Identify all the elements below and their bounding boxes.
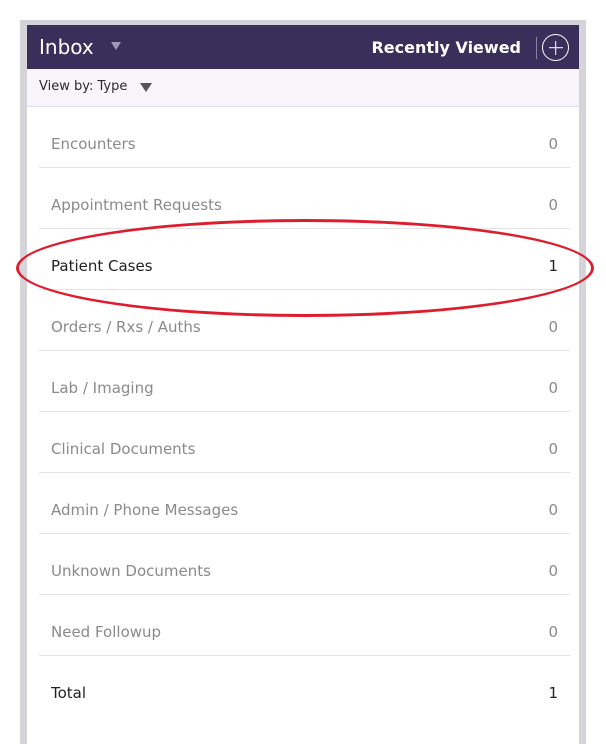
list-item-patient-cases[interactable]: Patient Cases 1 <box>39 229 570 290</box>
caret-down-icon[interactable] <box>111 42 121 50</box>
list-item-label: Unknown Documents <box>51 562 211 580</box>
inbox-header: Inbox Recently Viewed <box>27 25 579 69</box>
list-item-label: Need Followup <box>51 623 162 641</box>
list-item-admin-phone-messages[interactable]: Admin / Phone Messages 0 <box>39 473 570 534</box>
list-item-appointment-requests[interactable]: Appointment Requests 0 <box>39 168 570 229</box>
list-item-need-followup[interactable]: Need Followup 0 <box>39 595 570 656</box>
list-item-encounters[interactable]: Encounters 0 <box>39 107 570 168</box>
list-item-label: Patient Cases <box>51 257 153 275</box>
view-by-bar: View by: Type <box>27 69 579 107</box>
list-item-label: Encounters <box>51 135 136 153</box>
list-item-label: Lab / Imaging <box>51 379 154 397</box>
recently-viewed-link[interactable]: Recently Viewed <box>371 37 521 59</box>
list-item-count: 0 <box>548 196 558 214</box>
list-item-count: 0 <box>548 562 558 580</box>
list-item-count: 0 <box>548 501 558 519</box>
list-item-count: 0 <box>548 440 558 458</box>
list-item-count: 0 <box>548 318 558 336</box>
list-item-count: 1 <box>548 257 558 275</box>
list-item-count: 1 <box>548 684 558 702</box>
view-by-dropdown[interactable]: View by: Type <box>39 79 127 94</box>
list-item-total[interactable]: Total 1 <box>39 656 570 717</box>
inbox-panel: Inbox Recently Viewed View by: Type Enco… <box>20 20 586 744</box>
list-item-label: Clinical Documents <box>51 440 196 458</box>
list-item-count: 0 <box>548 135 558 153</box>
list-item-label: Total <box>51 684 87 702</box>
add-circle-icon[interactable] <box>542 34 569 61</box>
list-item-unknown-documents[interactable]: Unknown Documents 0 <box>39 534 570 595</box>
list-item-lab-imaging[interactable]: Lab / Imaging 0 <box>39 351 570 412</box>
caret-down-icon[interactable] <box>140 83 152 92</box>
inbox-title[interactable]: Inbox <box>39 33 94 61</box>
list-item-label: Admin / Phone Messages <box>51 501 239 519</box>
inbox-category-list: Encounters 0 Appointment Requests 0 Pati… <box>27 107 579 744</box>
header-divider <box>536 37 537 59</box>
list-item-clinical-documents[interactable]: Clinical Documents 0 <box>39 412 570 473</box>
list-item-label: Orders / Rxs / Auths <box>51 318 201 336</box>
list-item-label: Appointment Requests <box>51 196 222 214</box>
list-item-count: 0 <box>548 623 558 641</box>
list-item-count: 0 <box>548 379 558 397</box>
list-item-orders-rxs-auths[interactable]: Orders / Rxs / Auths 0 <box>39 290 570 351</box>
